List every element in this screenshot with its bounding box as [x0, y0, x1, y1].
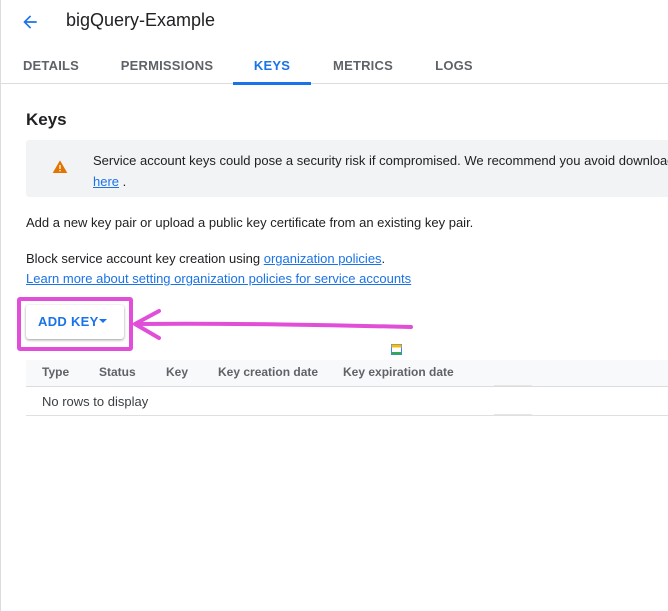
block-key-label: Block service account key creation using [26, 251, 261, 266]
learn-more-link[interactable]: Learn more about setting organization po… [26, 271, 411, 286]
tab-metrics[interactable]: METRICS [321, 46, 405, 84]
row-divider [494, 414, 532, 415]
tab-bar: DETAILS PERMISSIONS KEYS METRICS LOGS [1, 46, 668, 85]
column-header-status[interactable]: Status [99, 365, 136, 379]
security-alert: Service account keys could pose a securi… [26, 140, 668, 197]
page-title: bigQuery-Example [66, 10, 216, 30]
column-header-key-expiration-date[interactable]: Key expiration date [343, 365, 454, 379]
arrow-back-icon [23, 15, 37, 29]
column-header-key[interactable]: Key [166, 365, 188, 379]
alert-message: Service account keys could pose a securi… [93, 150, 668, 192]
add-key-button[interactable]: ADD KEY [26, 305, 124, 339]
tab-details[interactable]: DETAILS [11, 46, 91, 84]
intro-text: Add a new key pair or upload a public ke… [26, 215, 474, 230]
table-header: Type Status Key Key creation date Key ex… [26, 360, 668, 387]
alert-suffix: . [122, 174, 127, 189]
alert-text: Service account keys could pose a securi… [93, 153, 668, 168]
caret-down-icon [99, 319, 107, 323]
header: bigQuery-Example [1, 0, 668, 44]
tab-logs[interactable]: LOGS [421, 46, 487, 84]
add-key-label: ADD KEY [38, 314, 99, 329]
learn-more-row: Learn more about setting organization po… [26, 269, 411, 289]
block-key-text: Block service account key creation using… [26, 249, 385, 269]
tab-permissions[interactable]: PERMISSIONS [111, 46, 223, 84]
section-title: Keys [26, 110, 67, 129]
annotation-arrow-icon [133, 309, 413, 340]
column-header-key-creation-date[interactable]: Key creation date [218, 365, 318, 379]
app-tile-icon [391, 344, 402, 355]
table-empty-row: No rows to display [26, 387, 668, 416]
org-policies-link[interactable]: organization policies [264, 251, 382, 266]
warning-icon [52, 160, 68, 173]
column-header-type[interactable]: Type [42, 365, 69, 379]
back-button[interactable] [15, 8, 45, 36]
block-key-suffix: . [381, 251, 386, 266]
keys-table: Type Status Key Key creation date Key ex… [26, 360, 668, 416]
alert-here-link[interactable]: here [93, 174, 119, 189]
page-frame: bigQuery-Example DETAILS PERMISSIONS KEY… [0, 0, 668, 611]
empty-message: No rows to display [42, 394, 149, 409]
header-divider [494, 385, 532, 386]
tab-keys[interactable]: KEYS [233, 46, 311, 85]
